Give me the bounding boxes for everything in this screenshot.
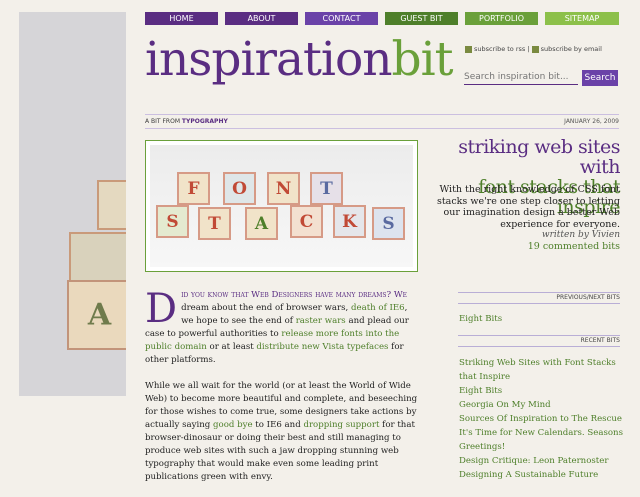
letter-cube: F xyxy=(177,172,210,205)
prevnext-heading: PREVIOUS/NEXT BITS xyxy=(458,292,620,304)
link-raster-wars[interactable]: raster wars xyxy=(296,316,346,326)
nav-about[interactable]: ABOUT xyxy=(225,12,298,25)
logo-part-2: bit xyxy=(391,32,454,87)
subscribe-rss-link[interactable]: subscribe to rss xyxy=(474,45,525,53)
recent-link[interactable]: Eight Bits xyxy=(459,384,624,398)
paragraph: While we all wait for the world (or at l… xyxy=(145,381,418,482)
link-death-of-ie6[interactable]: death of IE6 xyxy=(351,303,405,313)
prevnext-link[interactable]: Eight Bits xyxy=(459,312,624,326)
site-logo[interactable]: inspirationbit xyxy=(145,30,454,90)
letter-cube: T xyxy=(198,207,231,240)
letter-cube: O xyxy=(223,172,256,205)
post-date: JANUARY 26, 2009 xyxy=(564,118,619,125)
search-input[interactable] xyxy=(464,70,578,85)
recent-heading: RECENT BITS xyxy=(458,335,620,347)
search-button[interactable]: Search xyxy=(582,70,618,86)
recent-link[interactable]: Striking Web Sites with Font Stacks that… xyxy=(459,356,624,384)
letter-cube: T xyxy=(310,172,343,205)
rss-icon xyxy=(531,45,539,53)
link-vista-typefaces[interactable]: distribute new Vista typefaces xyxy=(256,342,388,352)
link-good-bye[interactable]: good bye xyxy=(213,420,253,430)
letter-cube: A xyxy=(245,207,278,240)
post-excerpt: With the right knowledge of CSS font sta… xyxy=(436,184,620,230)
letter-cube: N xyxy=(267,172,300,205)
block-letter: A xyxy=(87,297,112,333)
letter-cube: S xyxy=(156,205,189,238)
toy-block: A xyxy=(67,280,126,350)
feature-image: F O N T S T A C K S xyxy=(145,140,418,272)
recent-link[interactable]: Design Critique: Leon Paternoster xyxy=(459,454,624,468)
nav-contact[interactable]: CONTACT xyxy=(305,12,378,25)
recent-link[interactable]: Georgia On My Mind xyxy=(459,398,624,412)
rss-icon xyxy=(465,45,472,53)
nav-home[interactable]: HOME xyxy=(145,12,218,25)
logo-part-1: inspiration xyxy=(145,32,393,87)
link-dropping-support[interactable]: dropping support xyxy=(303,420,379,430)
nav-portfolio[interactable]: PORTFOLIO xyxy=(465,12,538,25)
letter-cube: C xyxy=(290,205,323,238)
subscribe-email-link[interactable]: subscribe by email xyxy=(541,45,602,53)
post-title-line-1: striking web sites with xyxy=(458,136,620,178)
nav-sitemap[interactable]: SITEMAP xyxy=(545,12,619,25)
post-meta-bar: A BIT FROM TYPOGRAPHY JANUARY 26, 2009 xyxy=(145,114,619,129)
separator: | xyxy=(527,45,530,53)
comments-link[interactable]: 19 commented bits xyxy=(425,241,620,252)
prevnext-list: Eight Bits xyxy=(459,312,624,326)
category-prefix: A BIT FROM xyxy=(145,118,180,125)
toy-block xyxy=(97,180,126,230)
letter-cube: S xyxy=(372,207,405,240)
recent-list: Striking Web Sites with Font Stacks that… xyxy=(459,356,624,482)
post-author: written by Vivien xyxy=(541,230,620,240)
category-link[interactable]: TYPOGRAPHY xyxy=(182,118,228,125)
recent-link[interactable]: Sources Of Inspiration to The Rescue xyxy=(459,412,624,426)
toy-block xyxy=(69,232,126,284)
drop-cap: D xyxy=(145,286,178,332)
main-nav: HOME ABOUT CONTACT GUEST BIT PORTFOLIO S… xyxy=(145,12,619,25)
paragraph: Did you know that Web Designers have man… xyxy=(145,286,409,365)
recent-link[interactable]: It's Time for New Calendars. Seasons Gre… xyxy=(459,426,624,454)
letter-cube: K xyxy=(333,205,366,238)
subscribe-links: subscribe to rss | subscribe by email xyxy=(465,45,602,53)
left-decorative-photo: A xyxy=(19,12,126,396)
post-body: Did you know that Web Designers have man… xyxy=(145,289,418,497)
font-stacks-photo: F O N T S T A C K S xyxy=(150,145,413,267)
nav-guest-bit[interactable]: GUEST BIT xyxy=(385,12,458,25)
